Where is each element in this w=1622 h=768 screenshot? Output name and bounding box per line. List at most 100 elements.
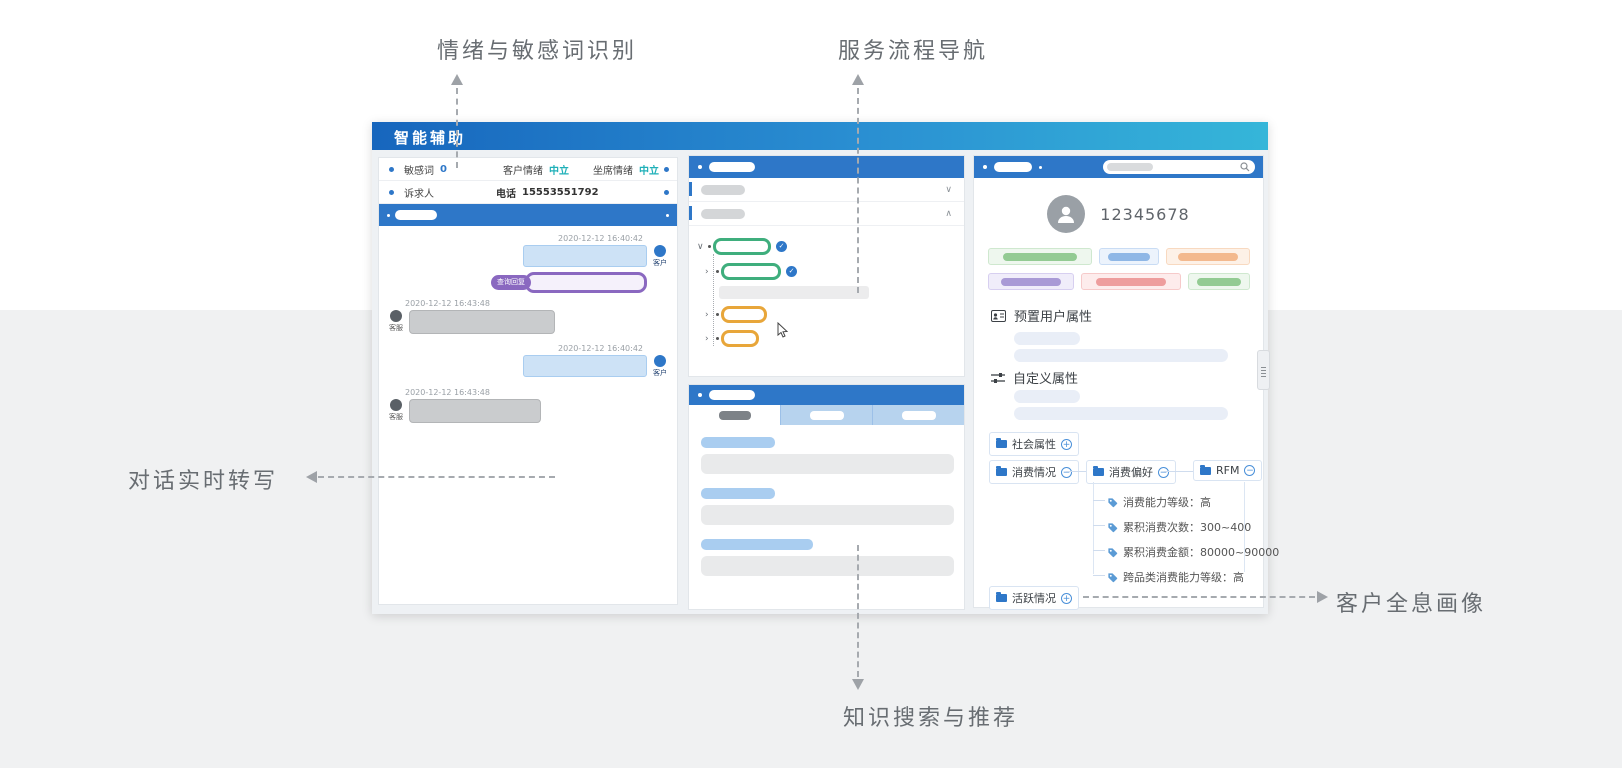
result-title-pill[interactable] bbox=[701, 488, 775, 499]
check-badge-icon: ✓ bbox=[776, 241, 787, 252]
tab-inactive[interactable] bbox=[780, 405, 872, 425]
tree-connector bbox=[1093, 575, 1105, 576]
flow-node-done[interactable]: ∨ ✓ bbox=[697, 238, 787, 255]
grip-icon bbox=[1261, 370, 1266, 371]
suggestion-bubble bbox=[525, 272, 647, 293]
profile-tag bbox=[988, 248, 1092, 265]
chevron-down-icon[interactable]: ∨ bbox=[945, 185, 952, 195]
knowledge-results bbox=[689, 437, 964, 576]
tree-connector bbox=[1164, 471, 1193, 472]
node-dot bbox=[716, 313, 719, 316]
attr-placeholder-bar bbox=[1014, 407, 1228, 420]
search-icon[interactable] bbox=[1240, 162, 1250, 172]
mouse-cursor-icon bbox=[777, 322, 789, 338]
avatar-customer: 客户 bbox=[651, 245, 669, 268]
app-window: 智能辅助 敏感词 0 客户情绪 中立 坐席情绪 中立 诉求人 电话 155535… bbox=[372, 122, 1268, 614]
message-timestamp: 2020-12-12 16:43:48 bbox=[405, 388, 669, 397]
flow-panel-header bbox=[689, 156, 964, 178]
folder-icon bbox=[1200, 467, 1211, 475]
flow-step-pill-yellow[interactable] bbox=[721, 306, 767, 323]
node-dot bbox=[716, 337, 719, 340]
collapse-minus-icon[interactable]: − bbox=[1244, 465, 1255, 476]
flow-node-pending[interactable]: › bbox=[705, 330, 759, 347]
preset-attrs-label: 预置用户属性 bbox=[1014, 306, 1092, 325]
flow-group-expanded[interactable]: ∧ bbox=[689, 202, 964, 226]
flow-highlight-bar bbox=[719, 286, 869, 299]
indicator-dot bbox=[387, 214, 390, 217]
collapse-minus-icon[interactable]: − bbox=[1158, 467, 1169, 478]
social-attrs-folder[interactable]: 社会属性 + bbox=[989, 432, 1079, 456]
tag-icon bbox=[1107, 497, 1118, 508]
tag-item-label: 跨品类消费能力等级：高 bbox=[1123, 569, 1244, 585]
customer-profile-panel: 12345678 预置用户属性 自定义属性 bbox=[973, 155, 1264, 608]
indicator-dot bbox=[664, 167, 669, 172]
agent-avatar-icon bbox=[390, 310, 402, 322]
caret-down-icon[interactable]: ∨ bbox=[697, 242, 708, 252]
annotation-line bbox=[1083, 596, 1315, 598]
preference-label: 消费偏好 bbox=[1109, 464, 1153, 480]
placeholder-pill bbox=[701, 185, 745, 195]
node-dot bbox=[716, 270, 719, 273]
customer-identity: 12345678 bbox=[974, 195, 1263, 233]
service-flow-panel: ∨ ∧ ∨ ✓ › ✓ bbox=[688, 155, 965, 377]
tag-icon bbox=[1107, 572, 1118, 583]
flow-step-pill-yellow[interactable] bbox=[721, 330, 759, 347]
flow-node-pending[interactable]: › bbox=[705, 306, 767, 323]
id-card-icon bbox=[991, 310, 1006, 322]
profile-tag bbox=[1081, 273, 1181, 290]
tag-item: 累积消费次数：300~400 bbox=[1107, 519, 1251, 535]
profile-tag bbox=[988, 273, 1074, 290]
result-title-pill[interactable] bbox=[701, 437, 775, 448]
preset-attrs-section: 预置用户属性 bbox=[991, 306, 1092, 325]
folder-icon bbox=[996, 594, 1007, 602]
caret-right-icon[interactable]: › bbox=[705, 310, 716, 320]
tree-connector bbox=[1093, 550, 1105, 551]
expand-plus-icon[interactable]: + bbox=[1061, 593, 1072, 604]
caret-right-icon[interactable]: › bbox=[705, 334, 716, 344]
indicator-dot bbox=[666, 214, 669, 217]
role-label: 客服 bbox=[389, 323, 403, 333]
tag-item-label: 累积消费金额：80000~90000 bbox=[1123, 544, 1279, 560]
placeholder-pill bbox=[1197, 278, 1240, 286]
placeholder-pill bbox=[1096, 278, 1167, 286]
chevron-up-icon[interactable]: ∧ bbox=[945, 209, 952, 219]
tab-active[interactable] bbox=[689, 405, 780, 425]
requester-row: 诉求人 电话 15553551792 bbox=[379, 181, 677, 204]
tag-item: 消费能力等级：高 bbox=[1107, 494, 1211, 510]
transcription-panel: 敏感词 0 客户情绪 中立 坐席情绪 中立 诉求人 电话 15553551792 bbox=[378, 157, 678, 605]
consumption-folder[interactable]: 消费情况 − bbox=[989, 460, 1079, 484]
activity-folder[interactable]: 活跃情况 + bbox=[989, 586, 1079, 610]
expand-plus-icon[interactable]: + bbox=[1061, 439, 1072, 450]
tab-inactive[interactable] bbox=[872, 405, 964, 425]
result-title-pill[interactable] bbox=[701, 539, 813, 550]
annotation-line bbox=[857, 545, 859, 677]
flow-step-pill-green[interactable] bbox=[713, 238, 771, 255]
attr-placeholder-bar bbox=[1014, 332, 1080, 345]
flow-step-pill-green[interactable] bbox=[721, 263, 781, 280]
customer-bubble bbox=[523, 245, 647, 267]
panel-collapse-handle[interactable] bbox=[1257, 350, 1270, 390]
search-input[interactable] bbox=[1103, 160, 1255, 174]
check-badge-icon: ✓ bbox=[786, 266, 797, 277]
customer-avatar-icon bbox=[654, 245, 666, 257]
message-row-customer: 客户 bbox=[387, 245, 669, 268]
caret-right-icon[interactable]: › bbox=[705, 267, 716, 277]
tag-item-label: 消费能力等级：高 bbox=[1123, 494, 1211, 510]
activity-label: 活跃情况 bbox=[1012, 590, 1056, 606]
indicator-dot bbox=[664, 190, 669, 195]
folder-icon bbox=[996, 468, 1007, 476]
knowledge-tabs bbox=[689, 405, 964, 425]
customer-emotion-value: 中立 bbox=[549, 162, 569, 177]
arrow-down-icon bbox=[852, 679, 864, 690]
message-timestamp: 2020-12-12 16:40:42 bbox=[387, 234, 643, 243]
preference-folder[interactable]: 消费偏好 − bbox=[1086, 460, 1176, 484]
tree-connector bbox=[1093, 500, 1105, 501]
collapse-minus-icon[interactable]: − bbox=[1061, 467, 1072, 478]
flow-node-done[interactable]: › ✓ bbox=[705, 263, 797, 280]
flow-group-collapsed[interactable]: ∨ bbox=[689, 178, 964, 202]
indicator-dot bbox=[698, 393, 702, 397]
placeholder-pill bbox=[1107, 163, 1153, 171]
rfm-folder[interactable]: RFM − bbox=[1193, 460, 1262, 481]
result-snippet-bar bbox=[701, 556, 954, 576]
tag-item-label: 累积消费次数：300~400 bbox=[1123, 519, 1251, 535]
